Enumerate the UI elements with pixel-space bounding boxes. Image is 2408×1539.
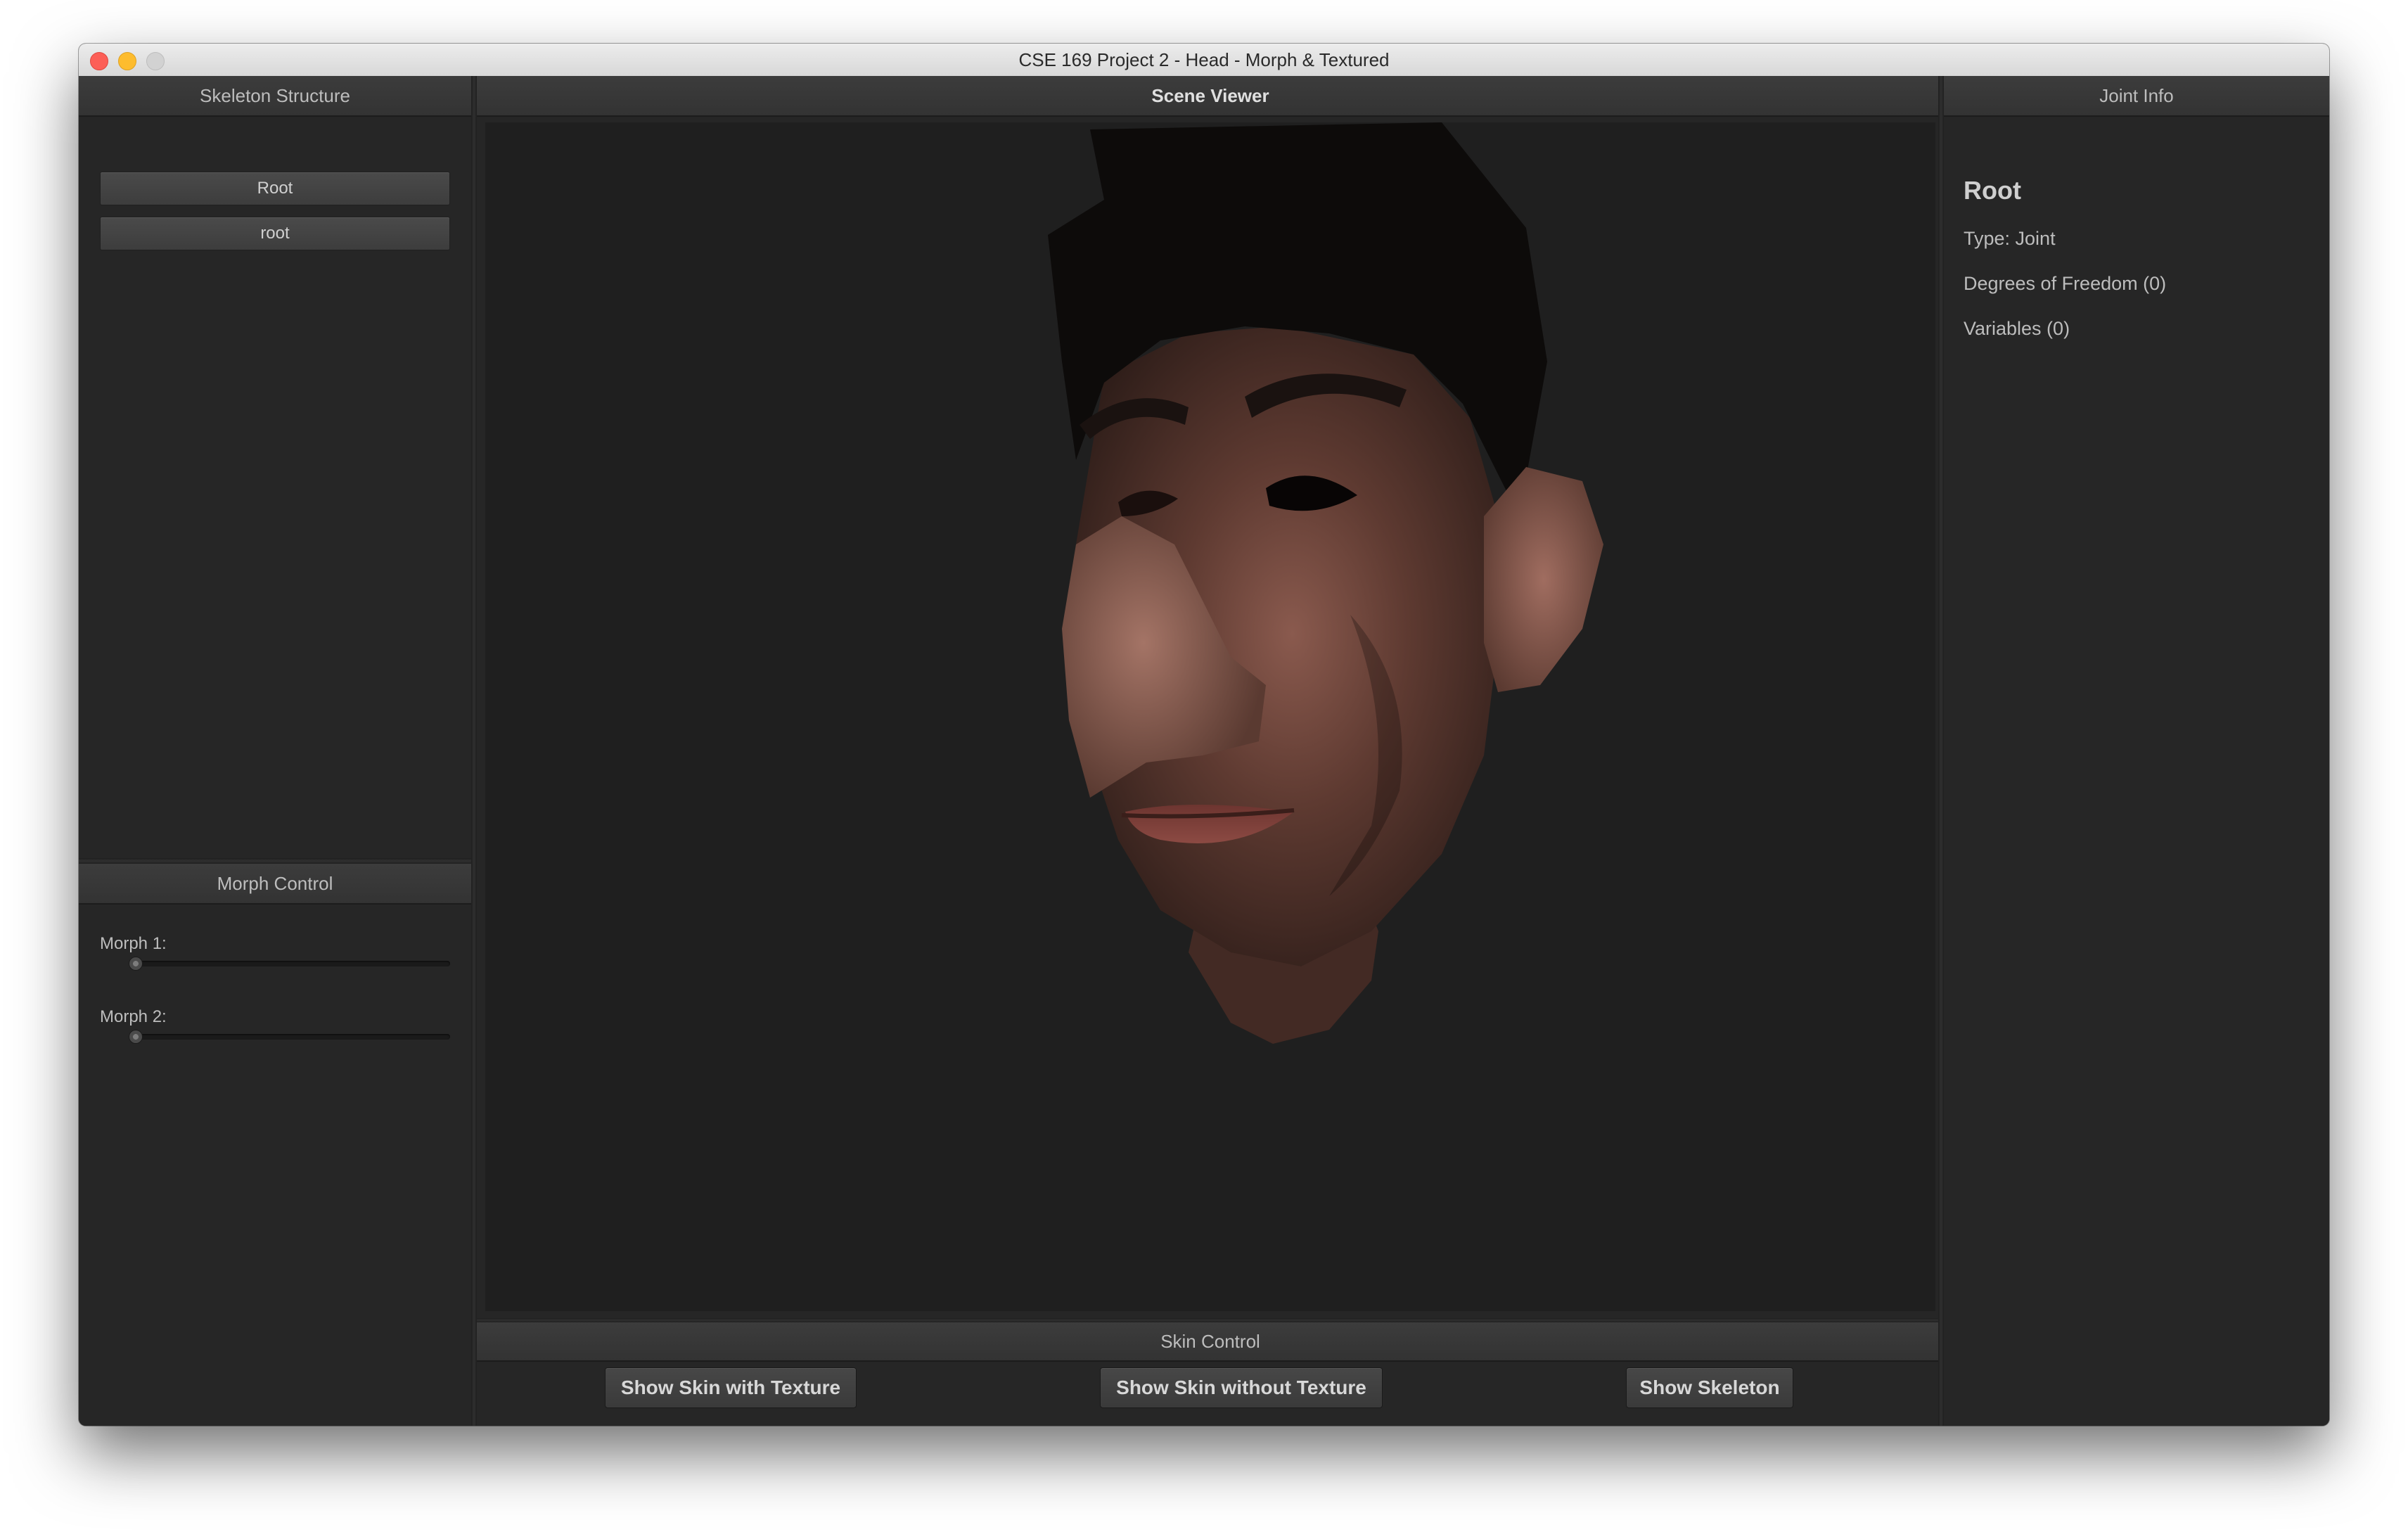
skeleton-structure-panel: Skeleton Structure Root root xyxy=(79,76,471,858)
morph-2-slider-thumb[interactable] xyxy=(129,1030,143,1044)
head-model-render xyxy=(1048,122,1603,1044)
show-skin-with-texture-button[interactable]: Show Skin with Texture xyxy=(605,1367,857,1408)
morph-1-slider-thumb[interactable] xyxy=(129,957,143,971)
right-vertical-splitter[interactable] xyxy=(1938,76,1944,1426)
morph-2-label: Morph 2: xyxy=(100,1007,167,1026)
morph-control-header: Morph Control xyxy=(79,864,471,905)
joint-degrees-of-freedom: Degrees of Freedom (0) xyxy=(1964,273,2167,294)
scene-viewer-header: Scene Viewer xyxy=(477,76,1944,117)
skeleton-item-root-joint[interactable]: root xyxy=(100,217,450,250)
morph-1-label: Morph 1: xyxy=(100,934,167,953)
show-skeleton-button[interactable]: Show Skeleton xyxy=(1626,1367,1793,1408)
skeleton-structure-header: Skeleton Structure xyxy=(79,76,471,117)
window-title: CSE 169 Project 2 - Head - Morph & Textu… xyxy=(1018,49,1390,70)
joint-type: Type: Joint xyxy=(1964,228,2056,249)
joint-name: Root xyxy=(1964,176,2021,205)
title-bar[interactable]: CSE 169 Project 2 - Head - Morph & Textu… xyxy=(79,44,2329,77)
joint-info-header: Joint Info xyxy=(1944,76,2329,117)
ear-shape xyxy=(1484,467,1603,692)
app-window: CSE 169 Project 2 - Head - Morph & Textu… xyxy=(79,44,2329,1426)
show-skin-without-texture-button[interactable]: Show Skin without Texture xyxy=(1100,1367,1383,1408)
left-panel-splitter[interactable] xyxy=(79,858,471,864)
joint-info-panel: Joint Info Root Type: Joint Degrees of F… xyxy=(1944,76,2329,1426)
morph-control-panel: Morph Control Morph 1: Morph 2: xyxy=(79,864,471,1426)
skin-control-header: Skin Control xyxy=(477,1322,1944,1362)
scene-viewport[interactable] xyxy=(485,122,1935,1311)
skeleton-item-root[interactable]: Root xyxy=(100,172,450,205)
joint-variables: Variables (0) xyxy=(1964,318,2070,339)
scene-viewer-panel: Scene Viewer xyxy=(477,76,1944,1356)
morph-1-slider[interactable] xyxy=(129,957,450,971)
left-vertical-splitter[interactable] xyxy=(471,76,477,1426)
morph-2-slider[interactable] xyxy=(129,1030,450,1044)
